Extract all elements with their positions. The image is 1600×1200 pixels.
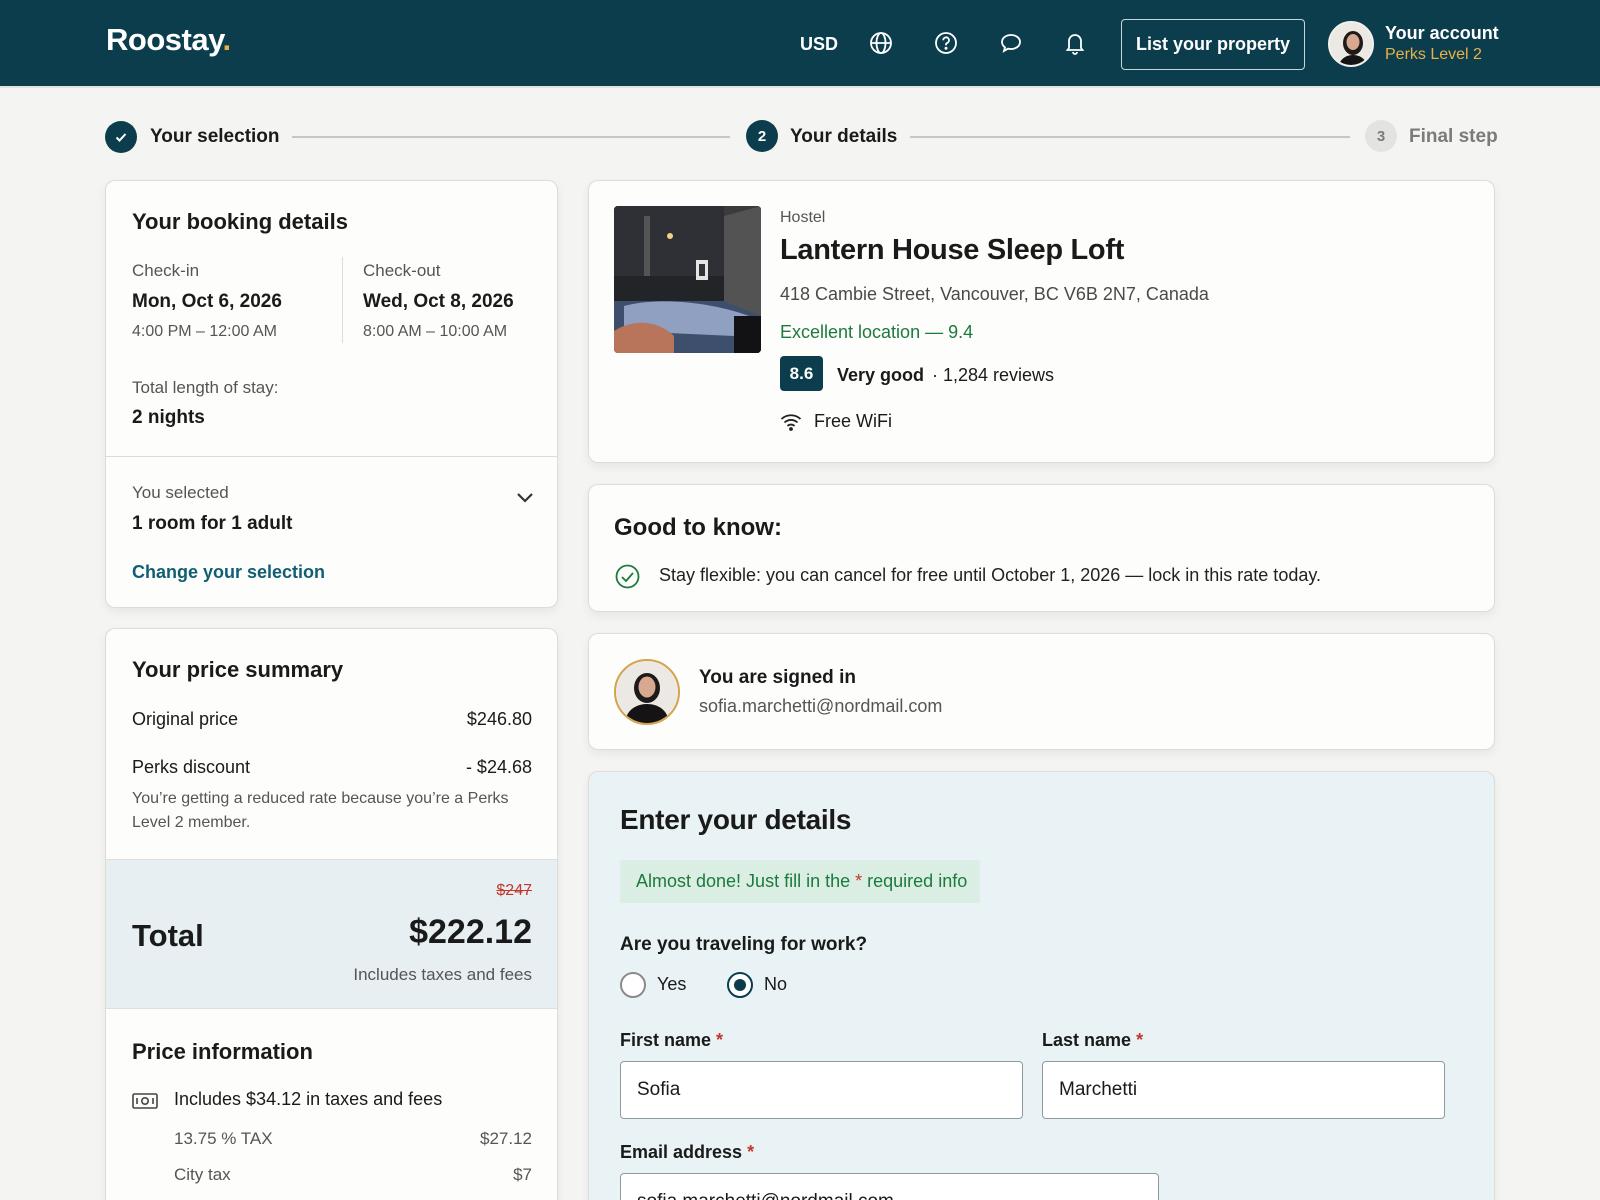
city-tax-label: City tax [174, 1165, 231, 1184]
last-name-label: Last name * [1042, 1030, 1144, 1050]
globe-icon[interactable] [868, 30, 894, 56]
account-title[interactable]: Your account [1385, 23, 1499, 44]
step-label-final: Final step [1409, 126, 1498, 147]
radio-yes[interactable] [620, 972, 646, 998]
selected-label: You selected [132, 483, 229, 502]
radio-no[interactable] [727, 972, 753, 998]
good-to-know-card: Good to know: Stay flexible: you can can… [588, 484, 1495, 612]
checkout-label: Check-out [363, 261, 441, 280]
account-level: Perks Level 2 [1385, 46, 1482, 63]
booking-title: Your booking details [132, 209, 348, 234]
taxes-included: Includes $34.12 in taxes and fees [174, 1089, 443, 1109]
checkout-time: 8:00 AM – 10:00 AM [363, 323, 508, 340]
property-type: Hostel [780, 209, 826, 226]
review-score-word: Very good [837, 365, 925, 385]
original-price-strikethrough: $247 [496, 882, 532, 899]
checkin-time: 4:00 PM – 12:00 AM [132, 323, 277, 340]
tax-label: 13.75 % TAX [174, 1129, 273, 1148]
step-label-details: Your details [790, 126, 898, 147]
price-summary-card: Your price summary Original price $246.8… [105, 628, 558, 1200]
first-name-field[interactable]: Sofia [620, 1061, 1023, 1119]
check-circle-icon [615, 564, 640, 594]
review-count[interactable]: · 1,284 reviews [932, 365, 1054, 386]
radio-yes-label[interactable]: Yes [657, 974, 686, 995]
step-done-check-icon [105, 121, 137, 153]
discount-note: You’re getting a reduced rate because yo… [132, 790, 509, 807]
list-property-button[interactable]: List your property [1121, 19, 1305, 70]
city-tax-value: $7 [513, 1165, 532, 1184]
discount-value: - $24.68 [465, 757, 532, 777]
checkin-label: Check-in [132, 261, 200, 280]
tax-value: $27.12 [480, 1129, 532, 1148]
divider [106, 456, 557, 457]
property-name[interactable]: Lantern House Sleep Loft [780, 234, 1124, 267]
help-icon[interactable] [933, 30, 959, 56]
divider [342, 257, 343, 343]
work-travel-question: Are you traveling for work? [620, 934, 868, 955]
property-address: 418 Cambie Street, Vancouver, BC V6B 2N7… [780, 284, 1209, 304]
form-title: Enter your details [620, 804, 852, 835]
signed-in-email: sofia.marchetti@nordmail.com [699, 696, 943, 716]
good-to-know-title: Good to know: [614, 514, 782, 541]
step-label-selection: Your selection [150, 126, 280, 147]
avatar[interactable] [1328, 21, 1374, 67]
property-card: Hostel Lantern House Sleep Loft 418 Camb… [588, 180, 1495, 463]
step-number-2: 2 [746, 120, 778, 152]
first-name-label: First name * [620, 1030, 724, 1050]
step-number-3: 3 [1365, 120, 1397, 152]
chat-icon[interactable] [998, 30, 1024, 56]
price-info-title: Price information [132, 1039, 313, 1064]
top-header: Roostay. USD List your property Your acc… [0, 0, 1600, 88]
original-price-label: Original price [132, 709, 239, 729]
user-avatar [614, 659, 680, 725]
price-summary-title: Your price summary [132, 657, 344, 682]
checkout-date: Wed, Oct 8, 2026 [363, 291, 514, 312]
email-field[interactable]: sofia.marchetti@nordmail.com [620, 1173, 1159, 1200]
chevron-down-icon[interactable] [516, 491, 534, 509]
currency-button[interactable]: USD [800, 34, 838, 55]
signed-in-card: You are signed in sofia.marchetti@nordma… [588, 633, 1495, 750]
location-score: Excellent location — 9.4 [780, 322, 974, 342]
total-section: $247 Total $222.12 Includes taxes and fe… [106, 859, 557, 1009]
total-label: Total [132, 918, 204, 953]
radio-no-label[interactable]: No [764, 974, 787, 995]
stay-length-value: 2 nights [132, 407, 205, 428]
booking-details-card: Your booking details Check-in Mon, Oct 6… [105, 180, 558, 608]
change-selection-link[interactable]: Change your selection [132, 562, 325, 583]
total-value: $222.12 [409, 913, 532, 951]
cash-icon [132, 1092, 158, 1115]
logo[interactable]: Roostay. [106, 22, 231, 58]
property-photo[interactable] [614, 206, 761, 353]
signed-in-title: You are signed in [699, 667, 856, 688]
required-info-notice: Almost done! Just fill in the * required… [620, 860, 980, 903]
enter-details-card: Enter your details Almost done! Just fil… [588, 771, 1495, 1200]
discount-note: Level 2 member. [132, 814, 251, 831]
wifi-icon [780, 413, 802, 436]
step-connector [292, 136, 730, 138]
review-score-badge: 8.6 [780, 356, 823, 391]
bell-icon[interactable] [1062, 30, 1088, 56]
total-note: Includes taxes and fees [353, 965, 532, 984]
original-price-value: $246.80 [466, 709, 532, 729]
cancellation-note: Stay flexible: you can cancel for free u… [659, 565, 1322, 585]
amenity-wifi: Free WiFi [814, 411, 892, 431]
selected-value: 1 room for 1 adult [132, 513, 293, 534]
step-connector [910, 136, 1350, 138]
stay-length-label: Total length of stay: [132, 378, 279, 397]
last-name-field[interactable]: Marchetti [1042, 1061, 1445, 1119]
discount-label: Perks discount [132, 757, 251, 777]
checkin-date: Mon, Oct 6, 2026 [132, 291, 282, 312]
email-label: Email address * [620, 1142, 755, 1162]
